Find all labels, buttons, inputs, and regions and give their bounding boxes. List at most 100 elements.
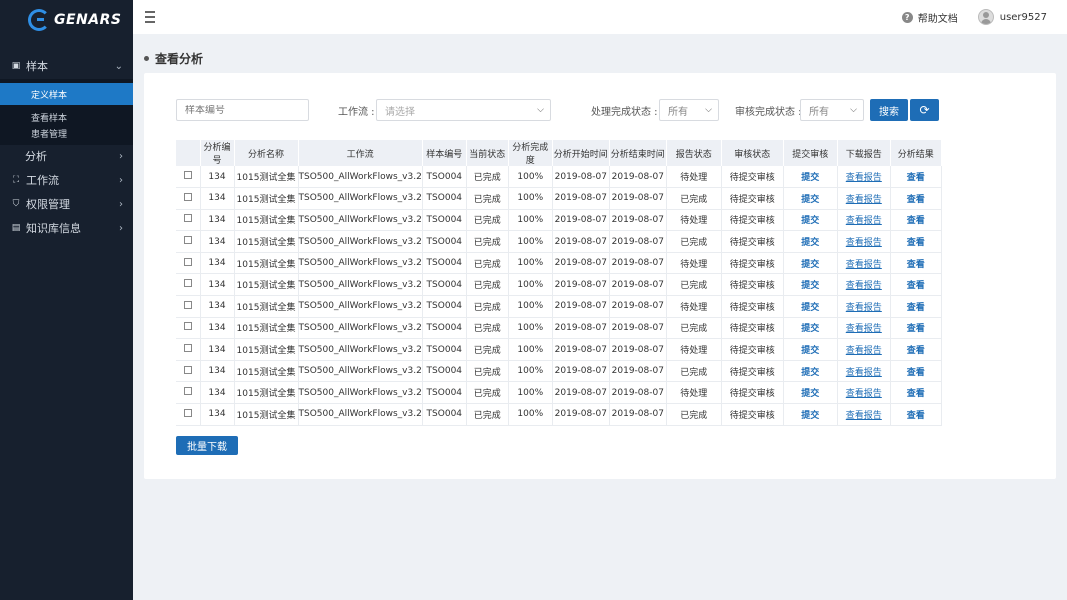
process-status-select[interactable]: 所有 ⌵ xyxy=(659,99,719,121)
workflow: TSO500_AllWorkFlows_v3.2 xyxy=(298,317,423,340)
submit-review-link[interactable]: 提交 xyxy=(783,338,838,361)
row-checkbox[interactable] xyxy=(183,279,192,288)
row-checkbox[interactable] xyxy=(183,408,192,417)
sidebar-item-permissions[interactable]: ⛉ 权限管理 › xyxy=(0,193,133,215)
report-status: 已完成 xyxy=(666,230,722,253)
row-checkbox[interactable] xyxy=(183,322,192,331)
view-report-link[interactable]: 查看报告 xyxy=(837,381,891,405)
view-result-link[interactable]: 查看 xyxy=(890,295,942,318)
row-checkbox[interactable] xyxy=(183,214,192,223)
row-checkbox[interactable] xyxy=(183,387,192,396)
row-checkbox[interactable] xyxy=(183,236,192,245)
start-time: 2019-08-07 xyxy=(552,166,610,189)
analysis-id: 134 xyxy=(200,166,235,189)
submit-review-link[interactable]: 提交 xyxy=(783,273,838,297)
sidebar-item-workflow[interactable]: ⛶ 工作流 › xyxy=(0,169,133,191)
table-row: 134 1015测试全集 TSO500_AllWorkFlows_v3.2 TSO00… xyxy=(176,166,942,189)
view-report-link[interactable]: 查看报告 xyxy=(837,252,891,275)
submit-review-link[interactable]: 提交 xyxy=(783,252,838,275)
row-checkbox[interactable] xyxy=(183,257,192,266)
view-result-link[interactable]: 查看 xyxy=(890,252,942,275)
analysis-id: 134 xyxy=(200,338,235,361)
completion: 100% xyxy=(508,360,553,383)
submit-review-link[interactable]: 提交 xyxy=(783,317,838,340)
view-report-link[interactable]: 查看报告 xyxy=(837,187,891,210)
shield-icon: ⛉ xyxy=(12,199,20,209)
column-header: 提交审核 xyxy=(783,140,838,166)
view-result-link[interactable]: 查看 xyxy=(890,338,942,361)
end-time: 2019-08-07 xyxy=(609,403,667,426)
sidebar-item-patient-management[interactable]: 患者管理 xyxy=(0,125,133,141)
sidebar-item-label: 样本 xyxy=(26,60,48,73)
submit-review-link[interactable]: 提交 xyxy=(783,360,838,383)
row-checkbox[interactable] xyxy=(183,344,192,353)
sidebar-item-knowledge-base[interactable]: ▤ 知识库信息 › xyxy=(0,217,133,239)
sample-number-field[interactable] xyxy=(185,104,308,116)
review-status: 待提交审核 xyxy=(721,338,784,361)
help-docs-link[interactable]: ? 帮助文档 xyxy=(901,10,958,25)
view-result-link[interactable]: 查看 xyxy=(890,187,942,210)
view-report-link[interactable]: 查看报告 xyxy=(837,403,891,426)
row-select-cell xyxy=(176,187,201,210)
row-select-cell xyxy=(176,360,201,383)
row-checkbox[interactable] xyxy=(183,365,192,374)
view-report-link[interactable]: 查看报告 xyxy=(837,317,891,340)
submit-review-link[interactable]: 提交 xyxy=(783,166,838,189)
sidebar-item-view-sample[interactable]: 查看样本 xyxy=(0,109,133,125)
sample-id: TSO004 xyxy=(422,338,467,361)
view-result-link[interactable]: 查看 xyxy=(890,166,942,189)
submit-review-link[interactable]: 提交 xyxy=(783,187,838,210)
start-time: 2019-08-07 xyxy=(552,187,610,210)
refresh-button[interactable]: ⟳ xyxy=(910,99,939,121)
chevron-down-icon: ⌵ xyxy=(537,105,544,115)
review-status-select[interactable]: 所有 ⌵ xyxy=(800,99,864,121)
view-result-link[interactable]: 查看 xyxy=(890,273,942,297)
completion: 100% xyxy=(508,381,553,405)
sample-id: TSO004 xyxy=(422,209,467,232)
view-report-link[interactable]: 查看报告 xyxy=(837,209,891,232)
submit-review-link[interactable]: 提交 xyxy=(783,295,838,318)
view-report-link[interactable]: 查看报告 xyxy=(837,273,891,297)
sidebar-item-sample[interactable]: ▣ 样本 ⌄ xyxy=(0,55,133,77)
submit-review-link[interactable]: 提交 xyxy=(783,230,838,253)
view-report-link[interactable]: 查看报告 xyxy=(837,338,891,361)
menu-toggle-icon[interactable] xyxy=(145,11,155,23)
search-button[interactable]: 搜索 xyxy=(870,99,908,121)
submit-review-link[interactable]: 提交 xyxy=(783,381,838,405)
sample-id: TSO004 xyxy=(422,273,467,297)
top-header: ? 帮助文档 user9527 xyxy=(133,0,1067,34)
view-report-link[interactable]: 查看报告 xyxy=(837,295,891,318)
view-report-link[interactable]: 查看报告 xyxy=(837,360,891,383)
submit-review-link[interactable]: 提交 xyxy=(783,209,838,232)
view-result-link[interactable]: 查看 xyxy=(890,317,942,340)
table-row: 134 1015测试全集 TSO500_AllWorkFlows_v3.2 TSO00… xyxy=(176,360,942,383)
sidebar-item-analysis[interactable]: 分析 › xyxy=(0,145,133,167)
row-checkbox[interactable] xyxy=(183,171,192,180)
row-select-cell xyxy=(176,166,201,189)
analysis-id: 134 xyxy=(200,381,235,405)
completion: 100% xyxy=(508,338,553,361)
column-header: 当前状态 xyxy=(466,140,509,166)
submit-review-link[interactable]: 提交 xyxy=(783,403,838,426)
sidebar-item-define-sample[interactable]: 定义样本 xyxy=(0,83,133,105)
bulk-download-button[interactable]: 批量下载 xyxy=(176,436,238,455)
sidebar: GENARS ▣ 样本 ⌄ 定义样本 查看样本 患者管理 分析 › ⛶ 工作流 … xyxy=(0,0,133,600)
start-time: 2019-08-07 xyxy=(552,230,610,253)
row-checkbox[interactable] xyxy=(183,192,192,201)
view-result-link[interactable]: 查看 xyxy=(890,230,942,253)
view-result-link[interactable]: 查看 xyxy=(890,360,942,383)
row-select-cell xyxy=(176,295,201,318)
view-report-link[interactable]: 查看报告 xyxy=(837,166,891,189)
workflow-select[interactable]: 请选择 ⌵ xyxy=(376,99,551,121)
calendar-icon: ▣ xyxy=(11,61,21,71)
user-menu[interactable]: user9527 xyxy=(977,9,1047,25)
row-checkbox[interactable] xyxy=(183,300,192,309)
view-report-link[interactable]: 查看报告 xyxy=(837,230,891,253)
row-select-cell xyxy=(176,230,201,253)
view-result-link[interactable]: 查看 xyxy=(890,403,942,426)
brand-logo[interactable]: GENARS xyxy=(0,0,133,40)
current-status: 已完成 xyxy=(466,403,509,426)
view-result-link[interactable]: 查看 xyxy=(890,381,942,405)
sample-number-input[interactable] xyxy=(176,99,309,121)
view-result-link[interactable]: 查看 xyxy=(890,209,942,232)
